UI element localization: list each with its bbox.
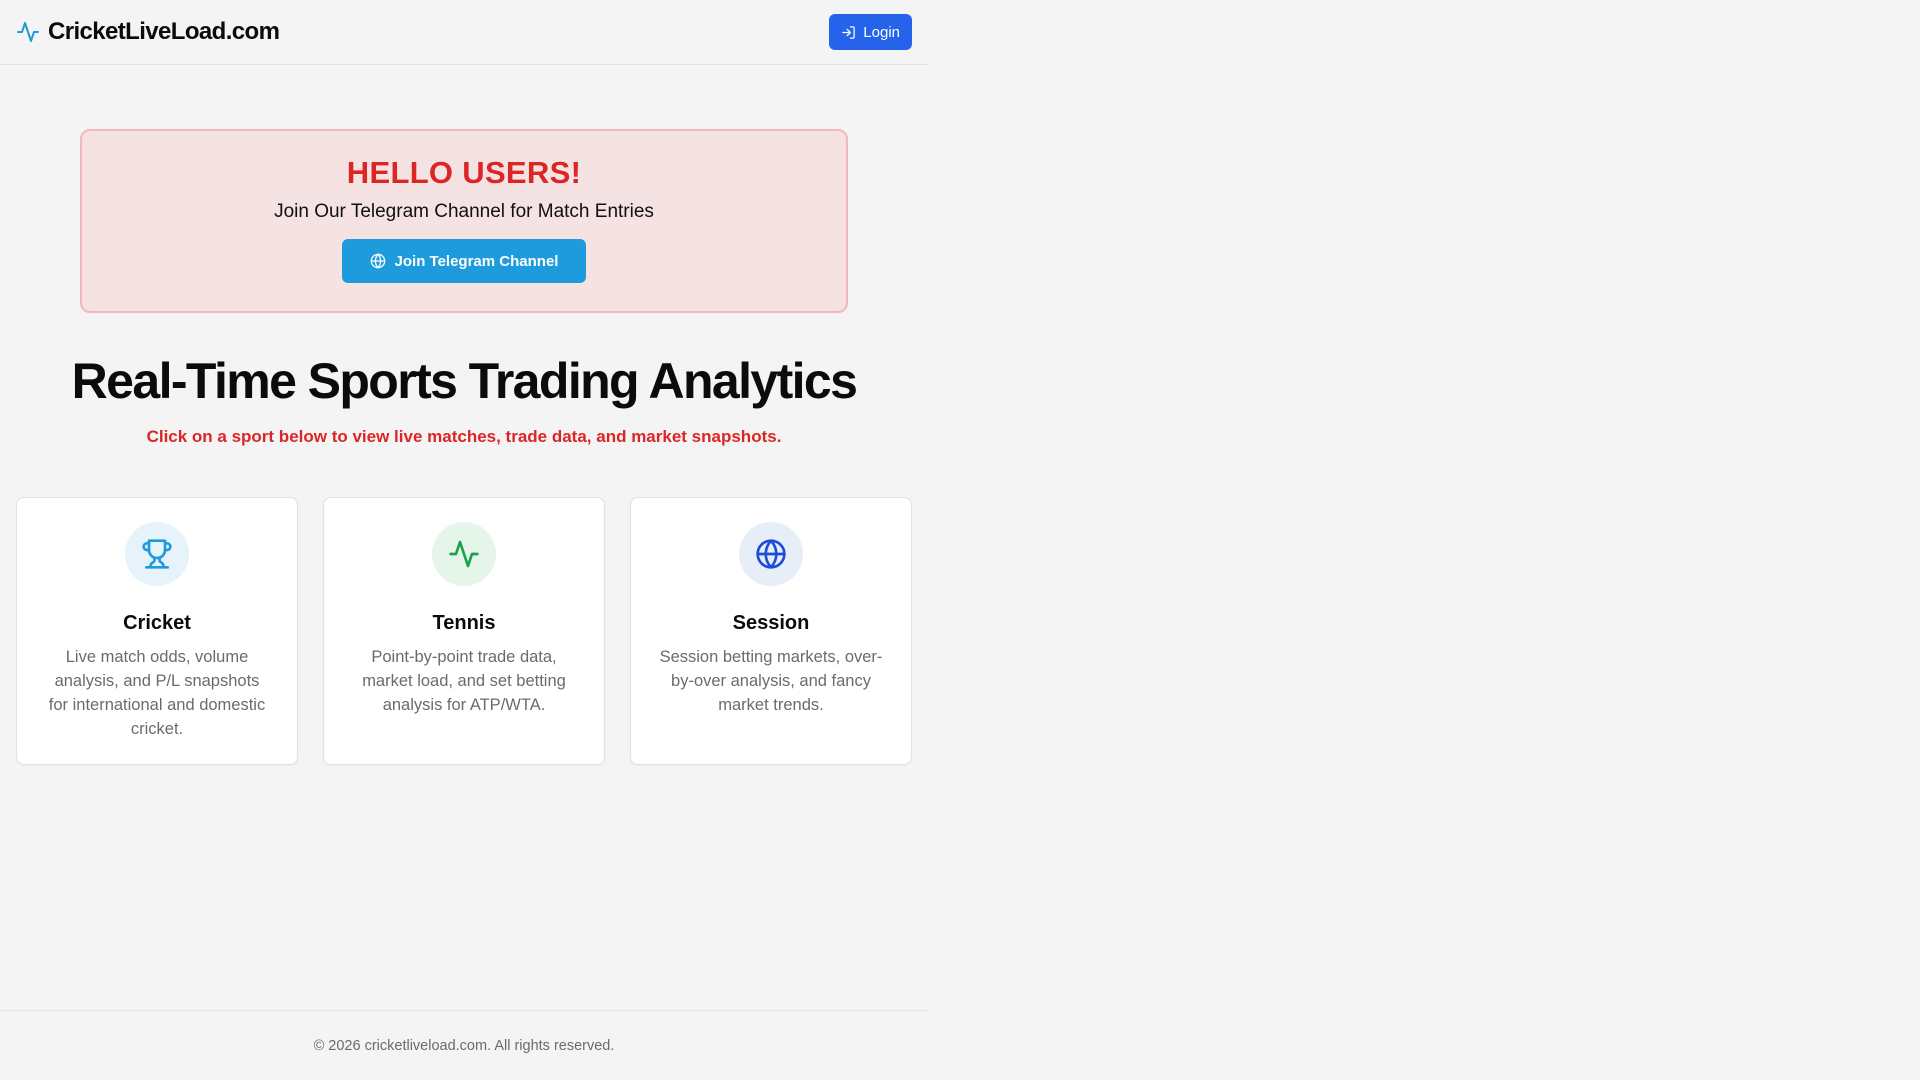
banner-subtitle: Join Our Telegram Channel for Match Entr…: [274, 201, 654, 222]
page-title: Real-Time Sports Trading Analytics: [71, 353, 858, 409]
footer: © 2026 cricketliveload.com. All rights r…: [0, 1010, 928, 1080]
log-in-icon: [841, 25, 856, 40]
login-button[interactable]: Login: [829, 14, 912, 50]
globe-icon: [370, 253, 386, 269]
copyright-text: © 2026 cricketliveload.com. All rights r…: [313, 1037, 615, 1054]
login-label: Login: [863, 23, 900, 41]
sport-card-description: Point-by-point trade data, market load, …: [362, 648, 566, 714]
sport-card-cricket[interactable]: Cricket Live match odds, volume analysis…: [16, 497, 298, 765]
sport-card-session[interactable]: Session Session betting markets, over-by…: [630, 497, 912, 765]
telegram-banner: HELLO USERS! Join Our Telegram Channel f…: [80, 129, 848, 313]
sport-card-description: Session betting markets, over-by-over an…: [659, 648, 883, 714]
sport-cards: Cricket Live match odds, volume analysis…: [16, 497, 912, 765]
sport-card-title: Tennis: [432, 612, 496, 634]
top-nav: CricketLiveLoad.com Login: [0, 0, 928, 65]
brand-name: CricketLiveLoad.com: [48, 18, 280, 45]
page-subtitle: Click on a sport below to view live matc…: [146, 427, 782, 446]
trophy-icon: [125, 522, 189, 586]
sport-card-description: Live match odds, volume analysis, and P/…: [48, 648, 266, 738]
join-telegram-button[interactable]: Join Telegram Channel: [342, 239, 586, 283]
activity-pulse-icon: [16, 20, 40, 44]
join-telegram-label: Join Telegram Channel: [394, 252, 559, 270]
globe-icon: [739, 522, 803, 586]
sport-card-title: Cricket: [123, 612, 191, 634]
banner-title: HELLO USERS!: [346, 155, 582, 190]
sport-card-title: Session: [732, 612, 810, 634]
page: CricketLiveLoad.com Login HELLO USERS! J…: [0, 0, 928, 1080]
sport-card-tennis[interactable]: Tennis Point-by-point trade data, market…: [323, 497, 605, 765]
activity-pulse-icon: [432, 522, 496, 586]
brand[interactable]: CricketLiveLoad.com: [16, 18, 280, 46]
